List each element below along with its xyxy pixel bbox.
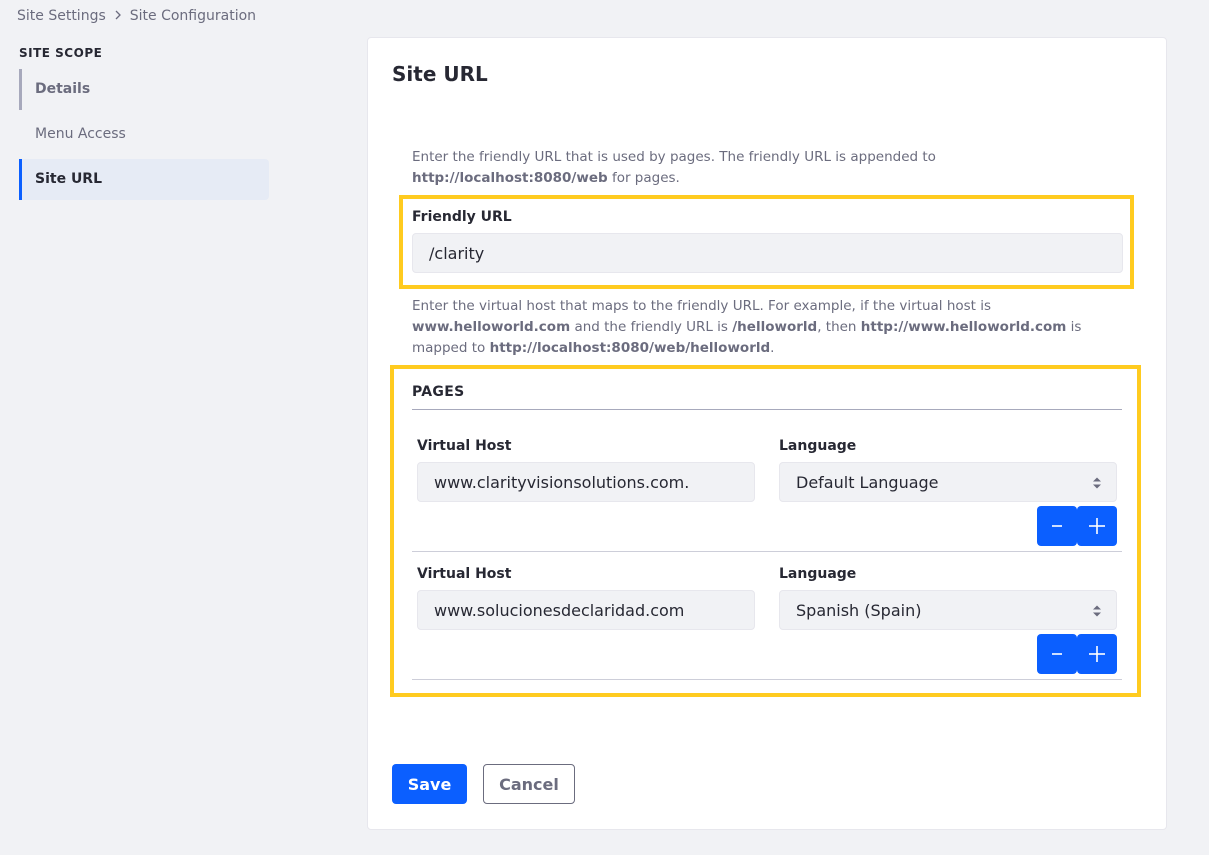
breadcrumb: Site Settings Site Configuration <box>17 8 256 24</box>
sidebar-item-menu-access[interactable]: Menu Access <box>19 114 269 155</box>
virtual-host-label: Virtual Host <box>417 438 512 454</box>
divider <box>412 409 1122 410</box>
language-label: Language <box>779 438 857 454</box>
virtual-host-label: Virtual Host <box>417 566 512 582</box>
language-select[interactable]: Default Language <box>779 462 1117 502</box>
select-caret-icon <box>1093 477 1101 489</box>
add-row-button[interactable] <box>1077 506 1117 546</box>
pages-highlight <box>390 365 1141 697</box>
chevron-right-icon <box>114 9 122 23</box>
minus-icon <box>1052 525 1062 527</box>
language-select-value: Spanish (Spain) <box>796 600 922 620</box>
site-url-card: Site URL Enter the friendly URL that is … <box>367 37 1167 830</box>
sidebar: SITE SCOPE Details Menu Access Site URL <box>19 44 269 200</box>
remove-row-button[interactable] <box>1037 634 1077 674</box>
virtual-host-input[interactable]: www.clarityvisionsolutions.com. <box>417 462 755 502</box>
divider <box>412 551 1122 552</box>
sidebar-heading: SITE SCOPE <box>19 46 103 60</box>
virtual-host-input[interactable]: www.solucionesdeclaridad.com <box>417 590 755 630</box>
add-row-button[interactable] <box>1077 634 1117 674</box>
plus-icon <box>1089 518 1105 534</box>
friendly-url-label: Friendly URL <box>412 209 512 225</box>
pages-heading: PAGES <box>412 384 465 400</box>
sidebar-item-site-url[interactable]: Site URL <box>19 159 269 200</box>
select-caret-icon <box>1093 605 1101 617</box>
save-button[interactable]: Save <box>392 764 467 804</box>
breadcrumb-site-settings[interactable]: Site Settings <box>17 8 106 24</box>
friendly-url-input[interactable]: /clarity <box>412 233 1123 273</box>
sidebar-item-details[interactable]: Details <box>19 69 269 110</box>
breadcrumb-site-configuration[interactable]: Site Configuration <box>130 8 256 24</box>
plus-icon <box>1089 646 1105 662</box>
virtual-host-help: Enter the virtual host that maps to the … <box>412 298 1082 356</box>
cancel-button[interactable]: Cancel <box>483 764 575 804</box>
language-select-value: Default Language <box>796 472 939 492</box>
friendly-url-help: Enter the friendly URL that is used by p… <box>412 149 936 186</box>
language-label: Language <box>779 566 857 582</box>
minus-icon <box>1052 653 1062 655</box>
page-title: Site URL <box>392 62 488 86</box>
divider <box>412 679 1122 680</box>
remove-row-button[interactable] <box>1037 506 1077 546</box>
language-select[interactable]: Spanish (Spain) <box>779 590 1117 630</box>
